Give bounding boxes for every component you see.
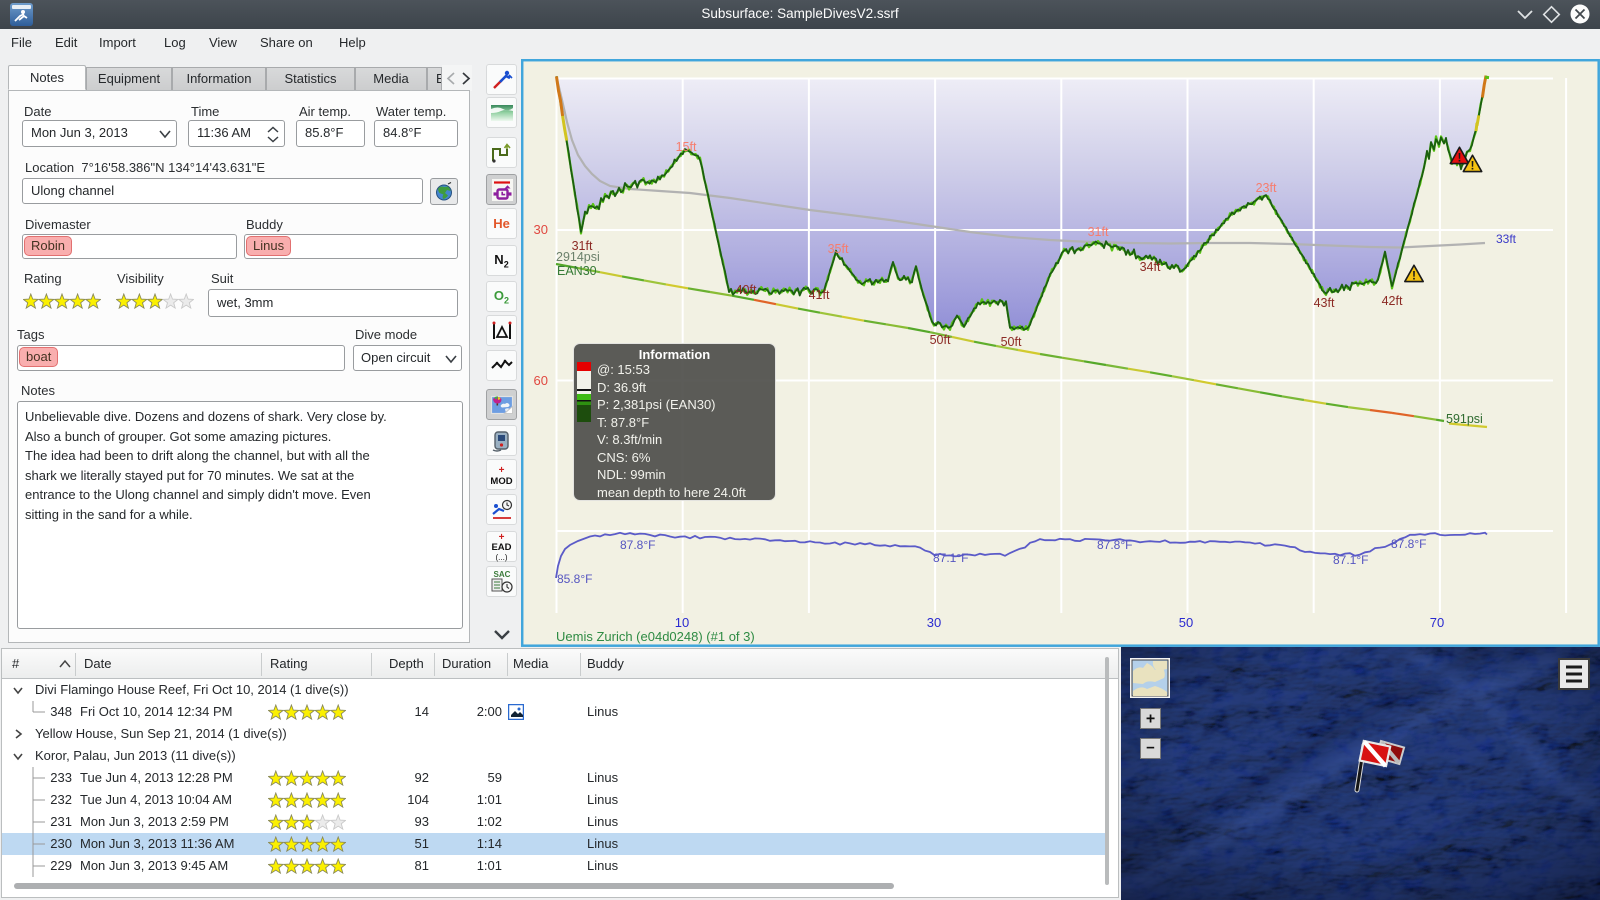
svg-text:87.8°F: 87.8°F (1097, 538, 1132, 552)
svg-text:40ft: 40ft (736, 283, 757, 297)
svg-text:85.8°F: 85.8°F (557, 572, 592, 586)
svg-text:35ft: 35ft (828, 242, 849, 256)
svg-text:!: ! (1412, 269, 1416, 283)
svg-text:EAN30: EAN30 (557, 264, 597, 278)
svg-text:70: 70 (1430, 615, 1444, 630)
svg-text:23ft: 23ft (1256, 181, 1277, 195)
svg-text:+: + (1146, 711, 1155, 728)
svg-text:50: 50 (1179, 615, 1193, 630)
svg-text:87.1°F: 87.1°F (1333, 553, 1368, 567)
svg-text:−: − (1146, 740, 1155, 757)
svg-text:SAC: SAC (493, 570, 510, 579)
svg-text:42ft: 42ft (1382, 294, 1403, 308)
svg-text:41ft: 41ft (809, 288, 830, 302)
svg-text:50ft: 50ft (930, 333, 951, 347)
svg-text:60: 60 (534, 373, 548, 388)
svg-text:87.1°F: 87.1°F (933, 551, 968, 565)
svg-text:34ft: 34ft (1140, 260, 1161, 274)
svg-text:31ft: 31ft (1088, 225, 1109, 239)
svg-text:Uemis Zurich (e04d0248) (#1 of: Uemis Zurich (e04d0248) (#1 of 3) (556, 629, 755, 644)
svg-text:30: 30 (534, 222, 548, 237)
svg-text:10: 10 (675, 615, 689, 630)
svg-text:87.8°F: 87.8°F (620, 538, 655, 552)
svg-text:15ft: 15ft (676, 140, 697, 154)
svg-text:!: ! (1458, 151, 1462, 165)
svg-text:591psi: 591psi (1446, 412, 1483, 426)
svg-text:43ft: 43ft (1314, 296, 1335, 310)
svg-text:2914psi: 2914psi (556, 250, 600, 264)
svg-text:50ft: 50ft (1001, 335, 1022, 349)
svg-text:33ft: 33ft (1496, 232, 1517, 246)
svg-text:!: ! (1471, 159, 1475, 173)
svg-text:30: 30 (927, 615, 941, 630)
svg-text:87.8°F: 87.8°F (1391, 537, 1426, 551)
